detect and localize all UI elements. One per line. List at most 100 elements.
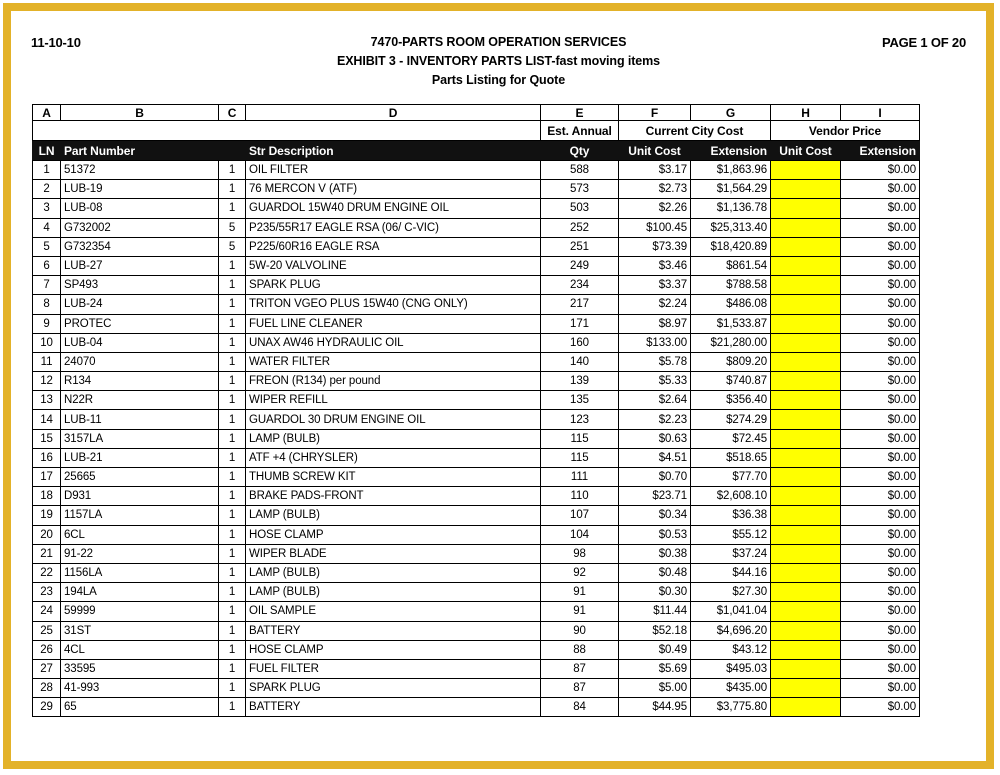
cell-str[interactable]: 1 [218, 255, 246, 277]
cell-city-extension[interactable]: $1,136.78 [690, 198, 771, 219]
cell-vendor-extension[interactable]: $0.00 [840, 582, 920, 603]
cell-ln[interactable]: 4 [32, 217, 61, 238]
cell-qty[interactable]: 217 [540, 294, 619, 315]
cell-vendor-unit-cost[interactable] [770, 697, 841, 718]
cell-city-unit-cost[interactable]: $133.00 [618, 332, 691, 353]
cell-city-unit-cost[interactable]: $3.46 [618, 255, 691, 277]
cell-qty[interactable]: 111 [540, 466, 619, 488]
cell-str[interactable]: 1 [218, 678, 246, 699]
cell-vendor-extension[interactable]: $0.00 [840, 409, 920, 430]
cell-vendor-extension[interactable]: $0.00 [840, 294, 920, 315]
cell-ln[interactable]: 5 [32, 236, 61, 257]
table-row[interactable]: 10 LUB-04 1 UNAX AW46 HYDRAULIC OIL 160 $133.… [32, 332, 920, 353]
cell-qty[interactable]: 115 [540, 428, 619, 449]
cell-vendor-unit-cost[interactable] [770, 294, 841, 315]
table-row[interactable]: 1 51372 1 OIL FILTER 588 $3.17 $1,863.96 $0.00 [32, 159, 920, 181]
cell-city-extension[interactable]: $495.03 [690, 658, 771, 680]
table-row[interactable]: 18 D931 1 BRAKE PADS-FRONT 110 $23.71 $2,608.1… [32, 486, 920, 507]
cell-str[interactable]: 1 [218, 466, 246, 488]
cell-vendor-unit-cost[interactable] [770, 505, 841, 526]
cell-vendor-extension[interactable]: $0.00 [840, 543, 920, 564]
cell-description[interactable]: BATTERY [245, 620, 541, 641]
cell-vendor-extension[interactable]: $0.00 [840, 486, 920, 507]
cell-ln[interactable]: 28 [32, 678, 61, 699]
cell-part-number[interactable]: 41-993 [60, 678, 219, 699]
cell-ln[interactable]: 7 [32, 275, 61, 296]
cell-ln[interactable]: 13 [32, 390, 61, 411]
cell-str[interactable]: 1 [218, 409, 246, 430]
cell-qty[interactable]: 249 [540, 255, 619, 277]
cell-vendor-unit-cost[interactable] [770, 217, 841, 238]
cell-city-unit-cost[interactable]: $5.69 [618, 658, 691, 680]
cell-city-unit-cost[interactable]: $5.33 [618, 371, 691, 392]
cell-description[interactable]: SPARK PLUG [245, 678, 541, 699]
cell-city-unit-cost[interactable]: $2.64 [618, 390, 691, 411]
cell-part-number[interactable]: LUB-24 [60, 294, 219, 315]
cell-description[interactable]: OIL FILTER [245, 159, 541, 181]
cell-vendor-unit-cost[interactable] [770, 351, 841, 373]
table-row[interactable]: 3 LUB-08 1 GUARDOL 15W40 DRUM ENGINE OIL 503… [32, 198, 920, 219]
cell-city-unit-cost[interactable]: $0.34 [618, 505, 691, 526]
table-row[interactable]: 9 PROTEC 1 FUEL LINE CLEANER 171 $8.97 $1,533.… [32, 313, 920, 334]
cell-city-extension[interactable]: $486.08 [690, 294, 771, 315]
cell-ln[interactable]: 2 [32, 179, 61, 200]
cell-part-number[interactable]: LUB-21 [60, 447, 219, 469]
cell-description[interactable]: 5W-20 VALVOLINE [245, 255, 541, 277]
cell-str[interactable]: 1 [218, 371, 246, 392]
cell-str[interactable]: 5 [218, 236, 246, 257]
cell-vendor-extension[interactable]: $0.00 [840, 678, 920, 699]
table-row[interactable]: 23 194LA 1 LAMP (BULB) 91 $0.30 $27.30 $0.00 [32, 582, 920, 603]
cell-city-unit-cost[interactable]: $0.63 [618, 428, 691, 449]
cell-ln[interactable]: 29 [32, 697, 61, 718]
table-row[interactable]: 22 1156LA 1 LAMP (BULB) 92 $0.48 $44.16 $0.00 [32, 562, 920, 584]
cell-qty[interactable]: 91 [540, 582, 619, 603]
cell-description[interactable]: TRITON VGEO PLUS 15W40 (CNG ONLY) [245, 294, 541, 315]
cell-city-extension[interactable]: $55.12 [690, 524, 771, 545]
column-letter-g[interactable]: G [690, 104, 771, 121]
cell-ln[interactable]: 25 [32, 620, 61, 641]
cell-city-unit-cost[interactable]: $0.48 [618, 562, 691, 584]
cell-qty[interactable]: 251 [540, 236, 619, 257]
cell-vendor-extension[interactable]: $0.00 [840, 217, 920, 238]
cell-part-number[interactable]: LUB-04 [60, 332, 219, 353]
cell-vendor-extension[interactable]: $0.00 [840, 198, 920, 219]
cell-qty[interactable]: 107 [540, 505, 619, 526]
cell-description[interactable]: LAMP (BULB) [245, 582, 541, 603]
cell-description[interactable]: HOSE CLAMP [245, 639, 541, 660]
cell-description[interactable]: BRAKE PADS-FRONT [245, 486, 541, 507]
cell-city-extension[interactable]: $44.16 [690, 562, 771, 584]
cell-qty[interactable]: 573 [540, 179, 619, 200]
cell-city-extension[interactable]: $27.30 [690, 582, 771, 603]
cell-ln[interactable]: 23 [32, 582, 61, 603]
cell-city-unit-cost[interactable]: $0.53 [618, 524, 691, 545]
cell-description[interactable]: WATER FILTER [245, 351, 541, 373]
cell-city-unit-cost[interactable]: $8.97 [618, 313, 691, 334]
cell-description[interactable]: BATTERY [245, 697, 541, 718]
cell-city-extension[interactable]: $809.20 [690, 351, 771, 373]
cell-description[interactable]: LAMP (BULB) [245, 505, 541, 526]
cell-city-extension[interactable]: $36.38 [690, 505, 771, 526]
cell-str[interactable]: 1 [218, 447, 246, 469]
cell-ln[interactable]: 21 [32, 543, 61, 564]
cell-city-extension[interactable]: $1,564.29 [690, 179, 771, 200]
cell-city-unit-cost[interactable]: $0.38 [618, 543, 691, 564]
cell-part-number[interactable]: 4CL [60, 639, 219, 660]
column-letter-e[interactable]: E [540, 104, 619, 121]
cell-city-extension[interactable]: $3,775.80 [690, 697, 771, 718]
cell-description[interactable]: THUMB SCREW KIT [245, 466, 541, 488]
cell-vendor-unit-cost[interactable] [770, 198, 841, 219]
cell-vendor-unit-cost[interactable] [770, 275, 841, 296]
cell-city-unit-cost[interactable]: $5.78 [618, 351, 691, 373]
cell-str[interactable]: 1 [218, 198, 246, 219]
cell-part-number[interactable]: 194LA [60, 582, 219, 603]
column-letter-c[interactable]: C [218, 104, 246, 121]
cell-ln[interactable]: 20 [32, 524, 61, 545]
cell-ln[interactable]: 9 [32, 313, 61, 334]
cell-city-extension[interactable]: $356.40 [690, 390, 771, 411]
cell-vendor-extension[interactable]: $0.00 [840, 428, 920, 449]
cell-ln[interactable]: 18 [32, 486, 61, 507]
cell-city-unit-cost[interactable]: $2.24 [618, 294, 691, 315]
column-letter-f[interactable]: F [618, 104, 691, 121]
cell-qty[interactable]: 84 [540, 697, 619, 718]
cell-city-extension[interactable]: $43.12 [690, 639, 771, 660]
